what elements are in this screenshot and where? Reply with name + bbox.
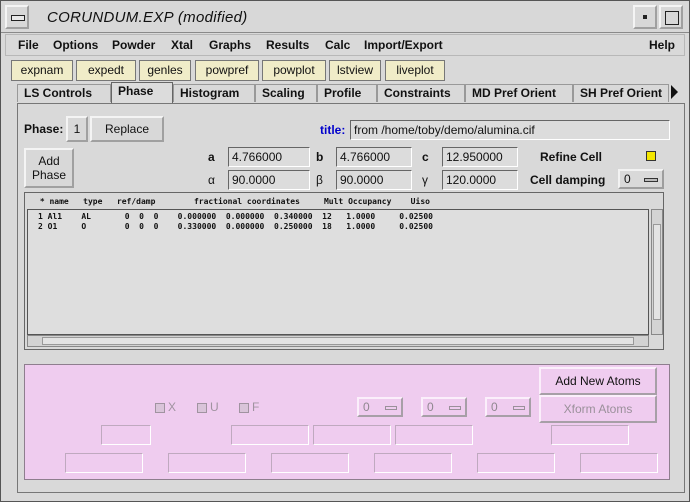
window-title: CORUNDUM.EXP (modified) <box>47 9 248 26</box>
menu-import-export[interactable]: Import/Export <box>364 38 443 52</box>
tab-scaling[interactable]: Scaling <box>255 84 317 102</box>
cell-beta-field[interactable]: 90.0000 <box>336 170 412 190</box>
replace-button[interactable]: Replace <box>90 116 164 142</box>
cell-damping-label: Cell damping <box>530 173 606 187</box>
atom-edit-field[interactable] <box>168 453 246 473</box>
refine-cell-checkbox[interactable] <box>646 151 656 161</box>
add-phase-button[interactable]: Add Phase <box>24 148 74 188</box>
dropdown-indicator-icon <box>449 406 461 410</box>
beta-label: β <box>316 173 323 187</box>
f-damping-value: 0 <box>491 400 498 414</box>
atom-row[interactable]: 2 O1 O 0 0 0 0.330000 0.000000 0.250000 … <box>38 222 433 231</box>
cell-alpha-field[interactable]: 90.0000 <box>228 170 310 190</box>
cell-gamma-field[interactable]: 120.0000 <box>442 170 518 190</box>
atom-edit-area: Add New Atoms Xform Atoms X U F 0 0 0 <box>24 364 670 480</box>
dropdown-indicator-icon <box>644 178 658 182</box>
powpref-button[interactable]: powpref <box>195 60 259 81</box>
atoms-vertical-scrollbar[interactable] <box>651 209 663 335</box>
tab-bar: LS Controls Phase Histogram Scaling Prof… <box>17 82 685 103</box>
main-window: CORUNDUM.EXP (modified) File Options Pow… <box>0 0 690 502</box>
menu-powder[interactable]: Powder <box>112 38 155 52</box>
cell-c-field[interactable]: 12.950000 <box>442 147 518 167</box>
expnam-button[interactable]: expnam <box>11 60 73 81</box>
refine-u-checkbox[interactable] <box>197 403 207 413</box>
atom-edit-field[interactable] <box>313 425 391 445</box>
cell-damping-dropdown[interactable]: 0 <box>618 169 664 189</box>
vertical-scroll-thumb[interactable] <box>653 224 661 320</box>
atom-edit-field[interactable] <box>65 453 143 473</box>
xform-atoms-button[interactable]: Xform Atoms <box>539 395 657 423</box>
atoms-horizontal-scrollbar[interactable] <box>27 335 649 347</box>
atom-row[interactable]: 1 Al1 AL 0 0 0 0.000000 0.000000 0.34000… <box>38 212 433 221</box>
gamma-label: γ <box>422 173 428 187</box>
expedt-button[interactable]: expedt <box>76 60 136 81</box>
tab-phase[interactable]: Phase <box>111 82 173 103</box>
refine-x-checkbox[interactable] <box>155 403 165 413</box>
atom-edit-field[interactable] <box>395 425 473 445</box>
refine-f-label: F <box>252 400 260 414</box>
menu-graphs[interactable]: Graphs <box>209 38 251 52</box>
liveplot-button[interactable]: liveplot <box>385 60 445 81</box>
dropdown-indicator-icon <box>385 406 397 410</box>
tab-profile[interactable]: Profile <box>317 84 377 102</box>
add-phase-label-line2: Phase <box>31 168 67 182</box>
refine-cell-label: Refine Cell <box>540 150 603 164</box>
add-phase-label-line1: Add <box>38 154 60 168</box>
add-new-atoms-button[interactable]: Add New Atoms <box>539 367 657 395</box>
dropdown-indicator-icon <box>513 406 525 410</box>
window-menu-icon[interactable] <box>5 5 29 29</box>
atom-edit-field[interactable] <box>101 425 151 445</box>
phase-panel: Phase: 1 Replace Add Phase title: from /… <box>17 103 685 493</box>
tab-md-pref-orient[interactable]: MD Pref Orient <box>465 84 573 102</box>
refine-u-label: U <box>210 400 219 414</box>
minimize-icon[interactable] <box>633 5 657 29</box>
b-label: b <box>316 150 324 164</box>
menu-file[interactable]: File <box>18 38 39 52</box>
cell-b-field[interactable]: 4.766000 <box>336 147 412 167</box>
phase-label: Phase: <box>24 122 64 136</box>
menu-results[interactable]: Results <box>266 38 309 52</box>
a-label: a <box>208 150 215 164</box>
x-damping-value: 0 <box>363 400 370 414</box>
c-label: c <box>422 150 429 164</box>
phase-number-button[interactable]: 1 <box>66 116 88 142</box>
title-bar: CORUNDUM.EXP (modified) <box>1 1 689 33</box>
menu-bar: File Options Powder Xtal Graphs Results … <box>5 34 685 56</box>
atom-edit-field[interactable] <box>231 425 309 445</box>
menu-xtal[interactable]: Xtal <box>171 38 193 52</box>
tab-sh-pref-orient[interactable]: SH Pref Orient <box>573 84 669 102</box>
f-damping-dropdown[interactable]: 0 <box>485 397 531 417</box>
u-damping-dropdown[interactable]: 0 <box>421 397 467 417</box>
atoms-table: * name type ref/damp fractional coordina… <box>24 192 664 350</box>
cell-a-field[interactable]: 4.766000 <box>228 147 310 167</box>
atom-edit-field[interactable] <box>374 453 452 473</box>
atom-edit-field[interactable] <box>551 425 629 445</box>
refine-x-label: X <box>168 400 177 414</box>
tab-scroll-right-icon[interactable] <box>671 85 678 99</box>
atom-edit-field[interactable] <box>271 453 349 473</box>
lstview-button[interactable]: lstview <box>329 60 381 81</box>
u-damping-value: 0 <box>427 400 434 414</box>
menu-help[interactable]: Help <box>649 38 675 52</box>
atoms-list[interactable]: 1 Al1 AL 0 0 0 0.000000 0.000000 0.34000… <box>27 209 649 335</box>
tab-ls-controls[interactable]: LS Controls <box>17 84 111 102</box>
title-label: title: <box>320 123 346 137</box>
horizontal-scroll-thumb[interactable] <box>42 337 634 345</box>
cell-damping-value: 0 <box>624 172 631 186</box>
title-field[interactable]: from /home/toby/demo/alumina.cif <box>350 120 670 140</box>
x-damping-dropdown[interactable]: 0 <box>357 397 403 417</box>
tab-constraints[interactable]: Constraints <box>377 84 465 102</box>
maximize-icon[interactable] <box>659 5 683 29</box>
atom-edit-field[interactable] <box>580 453 658 473</box>
genles-button[interactable]: genles <box>139 60 191 81</box>
refine-f-checkbox[interactable] <box>239 403 249 413</box>
powplot-button[interactable]: powplot <box>262 60 326 81</box>
atom-edit-field[interactable] <box>477 453 555 473</box>
alpha-label: α <box>208 173 215 187</box>
atoms-header: * name type ref/damp fractional coordina… <box>35 197 430 206</box>
menu-calc[interactable]: Calc <box>325 38 350 52</box>
menu-options[interactable]: Options <box>53 38 98 52</box>
tab-histogram[interactable]: Histogram <box>173 84 255 102</box>
